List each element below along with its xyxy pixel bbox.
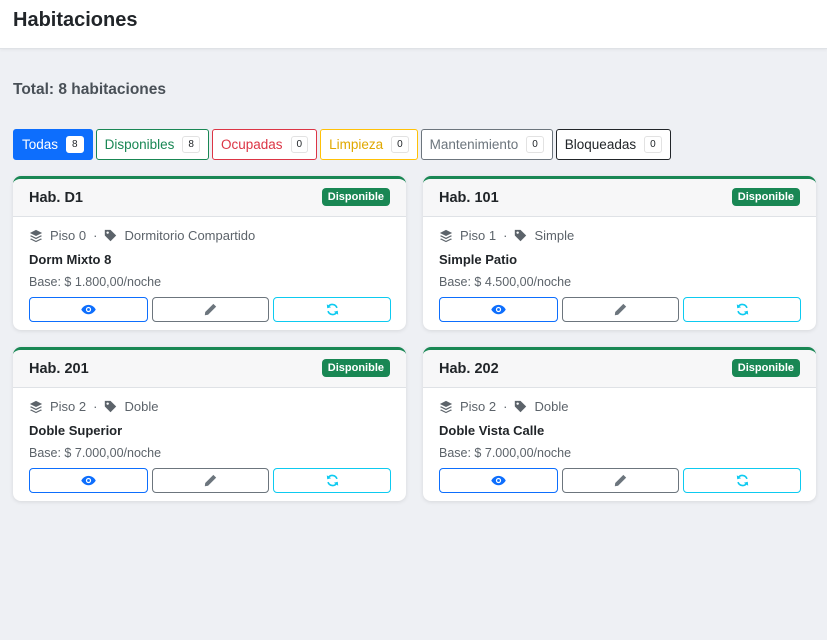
- room-floor: Piso 2: [50, 399, 87, 414]
- status-badge: Disponible: [321, 188, 390, 206]
- room-meta: Piso 0 · Dormitorio Compartido: [29, 228, 255, 243]
- tag-icon: [105, 229, 117, 242]
- edit-button[interactable]: [562, 468, 679, 493]
- room-actions: [439, 297, 801, 322]
- refresh-icon: [736, 474, 748, 487]
- layers-icon: [439, 400, 453, 413]
- room-card-header: Hab. 202 Disponible: [423, 350, 816, 388]
- filter-label: Limpieza: [329, 137, 384, 152]
- room-card: Hab. 202 Disponible Piso 2 · Doble Doble…: [423, 347, 816, 501]
- filter-label: Mantenimiento: [429, 137, 519, 152]
- room-meta: Piso 1 · Simple: [439, 228, 574, 243]
- status-badge: Disponible: [731, 359, 800, 377]
- eye-icon: [491, 304, 506, 315]
- room-price: Base: $ 1.800,00/noche: [29, 275, 162, 289]
- filter-count-badge: 0: [290, 136, 309, 153]
- room-floor: Piso 2: [460, 399, 497, 414]
- filter-count-badge: 0: [526, 136, 544, 153]
- room-actions: [439, 468, 801, 493]
- room-card: Hab. 101 Disponible Piso 1 · Simple Simp…: [423, 176, 816, 330]
- room-floor: Piso 0: [50, 228, 87, 243]
- layers-icon: [29, 229, 43, 242]
- total-count: Total: 8 habitaciones: [13, 81, 167, 98]
- edit-button[interactable]: [152, 297, 269, 322]
- refresh-icon: [326, 474, 338, 487]
- filter-count-badge: 8: [66, 136, 84, 153]
- view-button[interactable]: [439, 297, 558, 322]
- status-badge: Disponible: [731, 188, 800, 206]
- room-name: Dorm Mixto 8: [29, 252, 112, 267]
- tag-icon: [515, 400, 527, 413]
- room-card-header: Hab. 201 Disponible: [13, 350, 406, 388]
- filter-label: Todas: [22, 137, 59, 152]
- status-filter-bar: Todas 8 Disponibles 8 Ocupadas 0 Limpiez…: [13, 129, 671, 160]
- filter-mantenimiento[interactable]: Mantenimiento 0: [420, 129, 553, 160]
- filter-label: Ocupadas: [220, 137, 283, 152]
- filter-count-badge: 8: [182, 136, 200, 153]
- refresh-button[interactable]: [683, 297, 801, 322]
- filter-label: Bloqueadas: [564, 137, 637, 152]
- room-name: Doble Superior: [29, 423, 123, 438]
- filter-count-badge: 0: [644, 136, 662, 153]
- room-number: Hab. 101: [439, 190, 499, 206]
- pencil-icon: [204, 474, 217, 487]
- eye-icon: [491, 475, 506, 486]
- room-type: Dormitorio Compartido: [124, 228, 256, 243]
- view-button[interactable]: [29, 297, 148, 322]
- status-badge: Disponible: [321, 359, 390, 377]
- room-name: Doble Vista Calle: [439, 423, 545, 438]
- room-type: Simple: [534, 228, 575, 243]
- room-type: Doble: [534, 399, 569, 414]
- room-number: Hab. D1: [29, 190, 83, 206]
- room-actions: [29, 468, 391, 493]
- refresh-icon: [736, 303, 748, 316]
- edit-button[interactable]: [152, 468, 269, 493]
- pencil-icon: [614, 303, 627, 316]
- meta-separator: ·: [93, 399, 98, 414]
- refresh-button[interactable]: [683, 468, 801, 493]
- room-price: Base: $ 7.000,00/noche: [439, 446, 572, 460]
- page-title: Habitaciones: [13, 9, 138, 31]
- filter-limpieza[interactable]: Limpieza 0: [320, 129, 418, 160]
- room-meta: Piso 2 · Doble: [29, 399, 158, 414]
- refresh-icon: [326, 303, 338, 316]
- filter-ocupadas[interactable]: Ocupadas 0: [211, 129, 318, 160]
- room-type: Doble: [124, 399, 159, 414]
- room-price: Base: $ 7.000,00/noche: [29, 446, 162, 460]
- room-actions: [29, 297, 391, 322]
- meta-separator: ·: [93, 228, 98, 243]
- room-number: Hab. 202: [439, 361, 499, 377]
- refresh-button[interactable]: [273, 468, 391, 493]
- tag-icon: [515, 229, 527, 242]
- filter-todas[interactable]: Todas 8: [13, 129, 93, 160]
- room-card-header: Hab. D1 Disponible: [13, 179, 406, 217]
- room-number: Hab. 201: [29, 361, 89, 377]
- room-floor: Piso 1: [460, 228, 497, 243]
- tag-icon: [105, 400, 117, 413]
- view-button[interactable]: [29, 468, 148, 493]
- filter-label: Disponibles: [104, 137, 175, 152]
- meta-separator: ·: [503, 399, 508, 414]
- layers-icon: [29, 400, 43, 413]
- filter-bloqueadas[interactable]: Bloqueadas 0: [555, 129, 671, 160]
- filter-disponibles[interactable]: Disponibles 8: [95, 129, 209, 160]
- room-card: Hab. D1 Disponible Piso 0 · Dormitorio C…: [13, 176, 406, 330]
- layers-icon: [439, 229, 453, 242]
- room-card: Hab. 201 Disponible Piso 2 · Doble Doble…: [13, 347, 406, 501]
- pencil-icon: [204, 303, 217, 316]
- edit-button[interactable]: [562, 297, 679, 322]
- eye-icon: [81, 304, 96, 315]
- refresh-button[interactable]: [273, 297, 391, 322]
- pencil-icon: [614, 474, 627, 487]
- filter-count-badge: 0: [391, 136, 409, 153]
- room-card-header: Hab. 101 Disponible: [423, 179, 816, 217]
- eye-icon: [81, 475, 96, 486]
- page-header: Habitaciones: [0, 0, 827, 49]
- view-button[interactable]: [439, 468, 558, 493]
- meta-separator: ·: [503, 228, 508, 243]
- room-name: Simple Patio: [439, 252, 518, 267]
- room-meta: Piso 2 · Doble: [439, 399, 568, 414]
- room-price: Base: $ 4.500,00/noche: [439, 275, 572, 289]
